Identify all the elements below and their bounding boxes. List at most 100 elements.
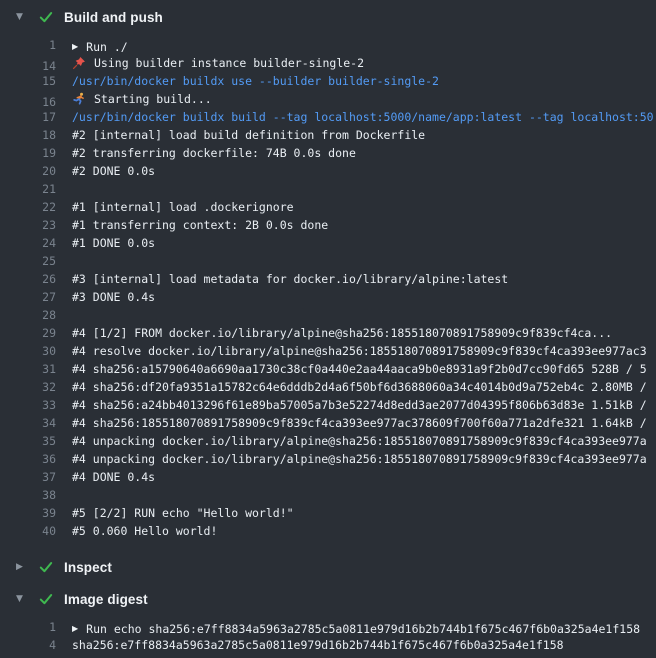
line-number[interactable]: 29 — [0, 324, 56, 342]
log-text: #4 resolve docker.io/library/alpine@sha2… — [56, 342, 656, 360]
actions-log-viewer: ▼ Build and push 1 ▶Run ./ 14 Using buil… — [0, 0, 656, 658]
log-line: 19 #2 transferring dockerfile: 74B 0.0s … — [0, 144, 656, 162]
line-number[interactable]: 26 — [0, 270, 56, 288]
log-text-content: #4 DONE 0.4s — [72, 468, 155, 486]
section-log: 1 ▶Run ./ 14 Using builder instance buil… — [0, 32, 656, 550]
log-text-content: #4 resolve docker.io/library/alpine@sha2… — [72, 342, 647, 360]
line-number[interactable]: 32 — [0, 378, 56, 396]
log-text: /usr/bin/docker buildx use --builder bui… — [56, 72, 656, 90]
line-number[interactable]: 17 — [0, 108, 56, 126]
log-text-content: #4 [1/2] FROM docker.io/library/alpine@s… — [72, 324, 612, 342]
log-text-content: #4 sha256:185518070891758909c9f839cf4ca3… — [72, 414, 647, 432]
line-number[interactable]: 27 — [0, 288, 56, 306]
log-line: 21 — [0, 180, 656, 198]
log-line: 32 #4 sha256:df20fa9351a15782c64e6dddb2d… — [0, 378, 656, 396]
log-text: #5 0.060 Hello world! — [56, 522, 656, 540]
log-line: 1 ▶Run ./ — [0, 36, 656, 54]
log-text-content: #1 transferring context: 2B 0.0s done — [72, 216, 328, 234]
pushpin-icon — [72, 56, 86, 70]
line-number[interactable]: 30 — [0, 342, 56, 360]
log-text-content: #3 DONE 0.4s — [72, 288, 155, 306]
log-text-content: #4 sha256:a24bb4013296f61e89ba57005a7b3e… — [72, 396, 647, 414]
log-line: 35 #4 unpacking docker.io/library/alpine… — [0, 432, 656, 450]
log-text: sha256:e7ff8834a5963a2785c5a0811e979d16b… — [56, 636, 656, 654]
line-number[interactable]: 33 — [0, 396, 56, 414]
log-text: #3 DONE 0.4s — [56, 288, 656, 306]
line-number[interactable]: 1 — [0, 618, 56, 636]
line-number[interactable]: 4 — [0, 636, 56, 654]
line-number[interactable]: 18 — [0, 126, 56, 144]
line-number[interactable]: 36 — [0, 450, 56, 468]
line-number[interactable]: 25 — [0, 252, 56, 270]
log-line: 25 — [0, 252, 656, 270]
log-text: #4 sha256:a24bb4013296f61e89ba57005a7b3e… — [56, 396, 656, 414]
log-line: 31 #4 sha256:a15790640a6690aa1730c38cf0a… — [0, 360, 656, 378]
runner-icon — [72, 92, 86, 106]
log-text-content: #5 [2/2] RUN echo "Hello world!" — [72, 504, 294, 522]
log-text: #2 DONE 0.0s — [56, 162, 656, 180]
line-number[interactable]: 23 — [0, 216, 56, 234]
line-number[interactable]: 21 — [0, 180, 56, 198]
section-toggle-icon[interactable]: ▼ — [16, 13, 30, 22]
log-line: 38 — [0, 486, 656, 504]
line-number[interactable]: 22 — [0, 198, 56, 216]
section-log: 1 ▶Run echo sha256:e7ff8834a5963a2785c5a… — [0, 614, 656, 658]
section-title: Inspect — [64, 560, 112, 575]
log-line: 18 #2 [internal] load build definition f… — [0, 126, 656, 144]
line-number[interactable]: 40 — [0, 522, 56, 540]
section-header-build-and-push[interactable]: ▼ Build and push — [0, 0, 656, 32]
log-text: #4 sha256:df20fa9351a15782c64e6dddb2d4a6… — [56, 378, 656, 396]
log-text-content: #2 [internal] load build definition from… — [72, 126, 425, 144]
line-number[interactable]: 15 — [0, 72, 56, 90]
log-line: 20 #2 DONE 0.0s — [0, 162, 656, 180]
log-line: 22 #1 [internal] load .dockerignore — [0, 198, 656, 216]
log-section: ▶ Inspect — [0, 550, 656, 582]
log-text-content: Using builder instance builder-single-2 — [94, 54, 364, 72]
section-header-image-digest[interactable]: ▼ Image digest — [0, 582, 656, 614]
section-title: Image digest — [64, 592, 148, 607]
log-line: 33 #4 sha256:a24bb4013296f61e89ba57005a7… — [0, 396, 656, 414]
section-title: Build and push — [64, 10, 163, 25]
line-number[interactable]: 31 — [0, 360, 56, 378]
log-text: #1 transferring context: 2B 0.0s done — [56, 216, 656, 234]
log-line: 24 #1 DONE 0.0s — [0, 234, 656, 252]
section-toggle-icon[interactable]: ▼ — [16, 595, 30, 604]
log-text-content: #4 sha256:df20fa9351a15782c64e6dddb2d4a6… — [72, 378, 647, 396]
line-number[interactable]: 19 — [0, 144, 56, 162]
log-text: #2 transferring dockerfile: 74B 0.0s don… — [56, 144, 656, 162]
section-header-inspect[interactable]: ▶ Inspect — [0, 550, 656, 582]
log-text: #4 DONE 0.4s — [56, 468, 656, 486]
log-text-content: sha256:e7ff8834a5963a2785c5a0811e979d16b… — [72, 636, 564, 654]
line-number[interactable]: 37 — [0, 468, 56, 486]
log-line: 14 Using builder instance builder-single… — [0, 54, 656, 72]
log-text: /usr/bin/docker buildx build --tag local… — [56, 108, 656, 126]
line-number[interactable]: 1 — [0, 36, 56, 54]
line-number[interactable]: 39 — [0, 504, 56, 522]
log-line: 30 #4 resolve docker.io/library/alpine@s… — [0, 342, 656, 360]
line-number[interactable]: 38 — [0, 486, 56, 504]
log-text-content: #2 DONE 0.0s — [72, 162, 155, 180]
log-text-content: #5 0.060 Hello world! — [72, 522, 217, 540]
section-toggle-icon[interactable]: ▶ — [16, 563, 30, 572]
log-text-content: #4 sha256:a15790640a6690aa1730c38cf0a440… — [72, 360, 647, 378]
log-text-content: #4 unpacking docker.io/library/alpine@sh… — [72, 450, 647, 468]
log-text: #4 sha256:185518070891758909c9f839cf4ca3… — [56, 414, 656, 432]
log-line: 16 Starting build... — [0, 90, 656, 108]
log-text: #3 [internal] load metadata for docker.i… — [56, 270, 656, 288]
log-line: 40 #5 0.060 Hello world! — [0, 522, 656, 540]
line-number[interactable]: 34 — [0, 414, 56, 432]
line-number[interactable]: 24 — [0, 234, 56, 252]
line-number[interactable]: 20 — [0, 162, 56, 180]
log-line: 39 #5 [2/2] RUN echo "Hello world!" — [0, 504, 656, 522]
line-number[interactable]: 28 — [0, 306, 56, 324]
log-text: #1 DONE 0.0s — [56, 234, 656, 252]
log-line: 23 #1 transferring context: 2B 0.0s done — [0, 216, 656, 234]
check-icon — [38, 9, 54, 25]
log-line: 29 #4 [1/2] FROM docker.io/library/alpin… — [0, 324, 656, 342]
check-icon — [38, 591, 54, 607]
line-number[interactable]: 35 — [0, 432, 56, 450]
log-line: 28 — [0, 306, 656, 324]
log-section: ▼ Build and push 1 ▶Run ./ 14 Using buil… — [0, 0, 656, 550]
log-text: #5 [2/2] RUN echo "Hello world!" — [56, 504, 656, 522]
check-icon — [38, 559, 54, 575]
